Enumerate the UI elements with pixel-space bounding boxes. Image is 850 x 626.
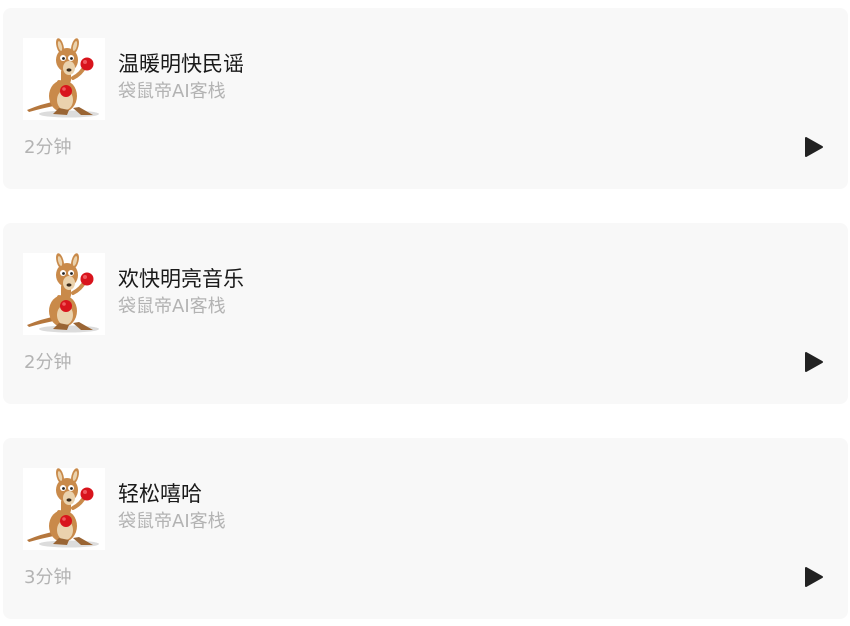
play-button[interactable] <box>804 566 824 588</box>
track-duration: 2分钟 <box>24 137 72 158</box>
play-icon[interactable] <box>804 351 824 373</box>
play-button[interactable] <box>804 136 824 158</box>
track-thumbnail <box>23 38 105 120</box>
track-thumbnail <box>23 253 105 335</box>
play-icon[interactable] <box>804 136 824 158</box>
track-title: 欢快明亮音乐 <box>118 267 244 291</box>
kangaroo-boxer-image <box>27 38 99 118</box>
track-card[interactable]: 温暖明快民谣 袋鼠帝AI客栈 2分钟 <box>3 8 848 189</box>
track-author: 袋鼠帝AI客栈 <box>118 81 226 102</box>
track-card[interactable]: 欢快明亮音乐 袋鼠帝AI客栈 2分钟 <box>3 223 848 404</box>
play-button[interactable] <box>804 351 824 373</box>
track-duration: 2分钟 <box>24 352 72 373</box>
track-duration: 3分钟 <box>24 567 72 588</box>
kangaroo-boxer-image <box>27 468 99 548</box>
track-thumbnail <box>23 468 105 550</box>
track-title: 温暖明快民谣 <box>118 52 244 76</box>
music-track-list: 温暖明快民谣 袋鼠帝AI客栈 2分钟 欢快明亮音乐 袋鼠帝AI客栈 2分钟 轻松… <box>0 0 850 626</box>
track-author: 袋鼠帝AI客栈 <box>118 296 226 317</box>
track-author: 袋鼠帝AI客栈 <box>118 511 226 532</box>
track-card[interactable]: 轻松嘻哈 袋鼠帝AI客栈 3分钟 <box>3 438 848 619</box>
track-title: 轻松嘻哈 <box>118 482 202 506</box>
kangaroo-boxer-image <box>27 253 99 333</box>
play-icon[interactable] <box>804 566 824 588</box>
